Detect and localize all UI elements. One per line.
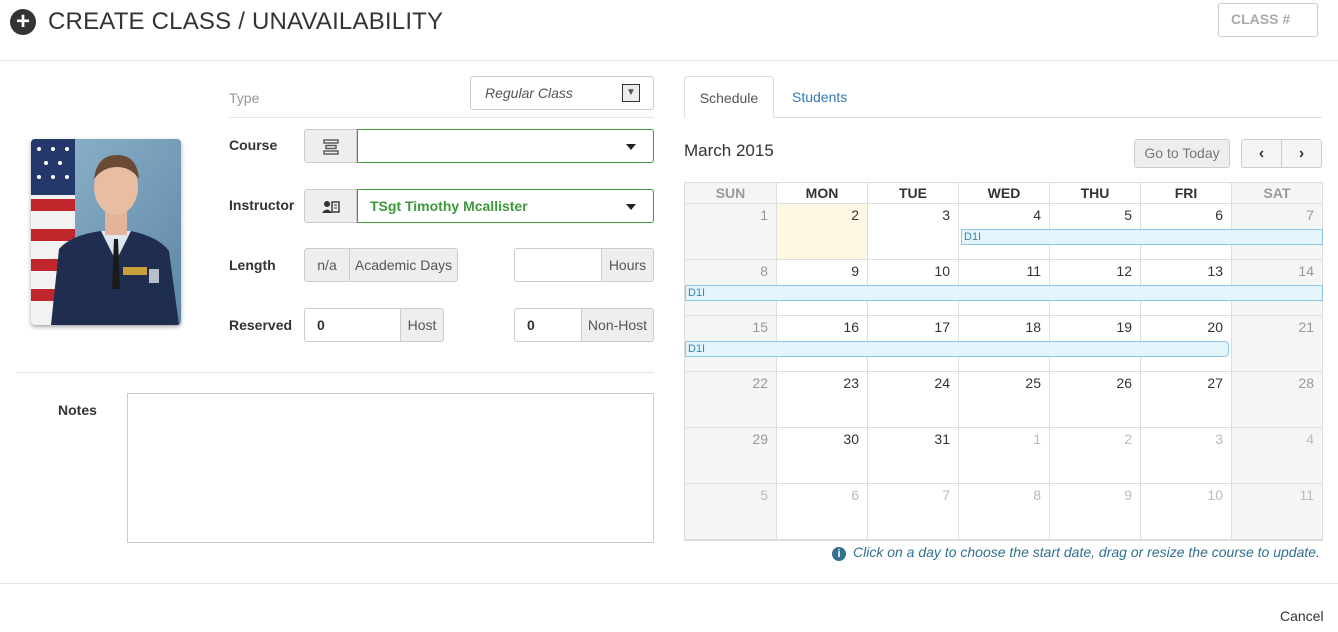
calendar-month-title: March 2015 <box>684 141 774 160</box>
calendar-hint: i Click on a day to choose the start date… <box>832 544 1320 561</box>
length-label: Length <box>229 257 276 273</box>
page-title: CREATE CLASS / UNAVAILABILITY <box>48 8 444 35</box>
nonhost-input[interactable]: 0 <box>514 308 582 342</box>
footer-divider <box>0 583 1338 584</box>
instructor-select-value: TSgt Timothy Mcallister <box>370 198 528 214</box>
calendar-day[interactable]: 9 <box>1050 484 1141 540</box>
weekday-header: TUE <box>868 183 959 204</box>
instructor-label: Instructor <box>229 197 295 213</box>
header-divider <box>0 60 1338 61</box>
calendar-day[interactable]: 31 <box>868 428 959 484</box>
instructor-id-icon <box>304 189 357 223</box>
calendar-day[interactable]: 8 <box>959 484 1050 540</box>
calendar-day[interactable]: 3 <box>868 204 959 260</box>
calendar-day[interactable]: 2 <box>777 204 868 260</box>
nonhost-addon: Non-Host <box>581 308 654 342</box>
caret-down-icon <box>626 204 636 210</box>
instructor-select[interactable]: TSgt Timothy Mcallister <box>357 189 654 223</box>
calendar-event[interactable]: D1I <box>685 285 1323 301</box>
chevron-right-icon: › <box>1298 145 1305 162</box>
calendar-day[interactable]: 3 <box>1141 428 1232 484</box>
weekday-header: SAT <box>1232 183 1323 204</box>
notes-textarea[interactable] <box>127 393 654 543</box>
length-value: n/a <box>304 248 350 282</box>
calendar-day[interactable]: 2 <box>1050 428 1141 484</box>
tab-schedule[interactable]: Schedule <box>684 76 774 118</box>
hours-input[interactable] <box>514 248 602 282</box>
calendar-day[interactable]: 1 <box>959 428 1050 484</box>
calendar-day[interactable]: 30 <box>777 428 868 484</box>
instructor-photo <box>31 139 181 325</box>
prev-month-button[interactable]: ‹ <box>1241 139 1282 168</box>
chevron-down-icon: ▼ <box>622 84 640 102</box>
calendar-day[interactable]: 4 <box>1232 428 1323 484</box>
calendar-day[interactable]: 26 <box>1050 372 1141 428</box>
calendar-day[interactable]: 10 <box>1141 484 1232 540</box>
calendar-hint-text: Click on a day to choose the start date,… <box>853 544 1320 560</box>
next-month-button[interactable]: › <box>1281 139 1322 168</box>
reserved-label: Reserved <box>229 317 293 333</box>
calendar-grid: SUN MON TUE WED THU FRI SAT 1 2 3 4 5 6 7 8 9 10 11 12 13 14… <box>684 182 1323 541</box>
calendar-day[interactable]: 23 <box>777 372 868 428</box>
calendar-event[interactable]: D1I <box>685 341 1229 357</box>
form-divider <box>16 372 654 373</box>
course-list-icon <box>304 129 357 163</box>
notes-label: Notes <box>58 402 97 418</box>
academic-days-addon: Academic Days <box>349 248 458 282</box>
cancel-button[interactable]: Cancel <box>1280 608 1324 624</box>
calendar-day[interactable]: 1 <box>685 204 777 260</box>
weekday-header: THU <box>1050 183 1141 204</box>
calendar-day[interactable]: 11 <box>1232 484 1323 540</box>
host-addon: Host <box>400 308 444 342</box>
tab-students[interactable]: Students <box>780 76 859 118</box>
calendar-event[interactable]: D1I <box>961 229 1323 245</box>
type-select-value: Regular Class <box>485 85 573 101</box>
weekday-header: WED <box>959 183 1050 204</box>
course-select[interactable] <box>357 129 654 163</box>
calendar-day[interactable]: 25 <box>959 372 1050 428</box>
calendar-day[interactable]: 5 <box>685 484 777 540</box>
type-label: Type <box>229 90 260 106</box>
course-label: Course <box>229 137 278 153</box>
calendar-day[interactable]: 27 <box>1141 372 1232 428</box>
chevron-left-icon: ‹ <box>1258 145 1265 162</box>
calendar-day[interactable]: 7 <box>868 484 959 540</box>
class-number-input[interactable]: CLASS # <box>1218 3 1318 37</box>
info-icon: i <box>832 547 846 561</box>
calendar-day[interactable]: 22 <box>685 372 777 428</box>
host-input[interactable]: 0 <box>304 308 401 342</box>
weekday-header: SUN <box>685 183 777 204</box>
plus-circle-icon: + <box>10 9 36 35</box>
calendar-day[interactable]: 6 <box>777 484 868 540</box>
calendar-day[interactable]: 21 <box>1232 316 1323 372</box>
hours-addon: Hours <box>601 248 654 282</box>
calendar-day[interactable]: 24 <box>868 372 959 428</box>
type-divider <box>229 117 654 118</box>
go-to-today-button[interactable]: Go to Today <box>1134 139 1230 168</box>
type-select[interactable]: Regular Class ▼ <box>470 76 654 110</box>
calendar-day[interactable]: 28 <box>1232 372 1323 428</box>
weekday-header: FRI <box>1141 183 1232 204</box>
calendar-day[interactable]: 29 <box>685 428 777 484</box>
weekday-header: MON <box>777 183 868 204</box>
caret-down-icon <box>626 144 636 150</box>
